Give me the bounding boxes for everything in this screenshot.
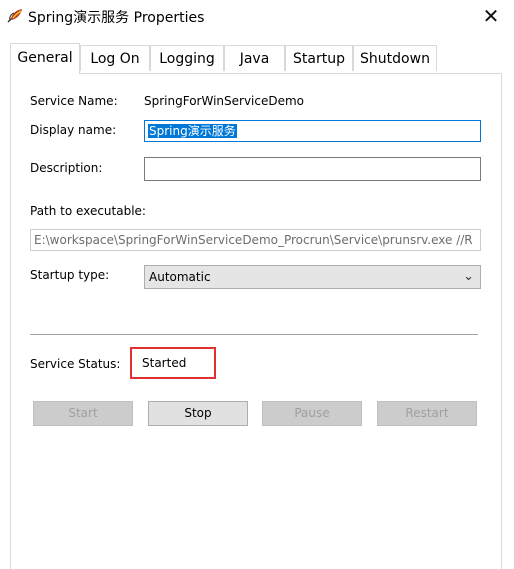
path-to-executable-label: Path to executable:	[30, 204, 146, 218]
service-name-label: Service Name:	[30, 94, 118, 108]
stop-button[interactable]: Stop	[148, 401, 248, 426]
display-name-field[interactable]: Spring演示服务	[144, 120, 481, 142]
dialog-client: General Log On Logging Java Startup Shut…	[0, 32, 514, 569]
startup-type-label: Startup type:	[30, 268, 110, 282]
title-bar: Spring演示服务 Properties ✕	[0, 0, 514, 32]
pause-button[interactable]: Pause	[262, 401, 362, 426]
display-name-text: Spring演示服务	[148, 124, 237, 138]
description-label: Description:	[30, 161, 103, 175]
tab-startup[interactable]: Startup	[285, 45, 353, 71]
close-button[interactable]: ✕	[468, 0, 514, 32]
service-status-value: Started	[142, 356, 187, 370]
tab-log-on[interactable]: Log On	[80, 45, 150, 71]
chevron-down-icon: ⌄	[463, 269, 474, 284]
startup-type-value: Automatic	[149, 270, 211, 284]
tab-shutdown[interactable]: Shutdown	[353, 45, 437, 71]
restart-button[interactable]: Restart	[377, 401, 477, 426]
start-button[interactable]: Start	[33, 401, 133, 426]
service-status-label: Service Status:	[30, 357, 121, 371]
display-name-label: Display name:	[30, 123, 117, 137]
tab-general[interactable]: General	[10, 43, 80, 74]
tab-java[interactable]: Java	[224, 45, 285, 71]
service-name-value: SpringForWinServiceDemo	[144, 94, 305, 108]
window-title: Spring演示服务 Properties	[28, 10, 205, 26]
separator	[30, 334, 478, 335]
path-to-executable-field: E:\workspace\SpringForWinServiceDemo_Pro…	[30, 229, 481, 251]
feather-icon	[7, 9, 22, 23]
tab-logging[interactable]: Logging	[150, 45, 224, 71]
description-field[interactable]	[144, 157, 481, 181]
general-tab-panel	[10, 73, 502, 569]
startup-type-select[interactable]: Automatic ⌄	[144, 265, 481, 289]
